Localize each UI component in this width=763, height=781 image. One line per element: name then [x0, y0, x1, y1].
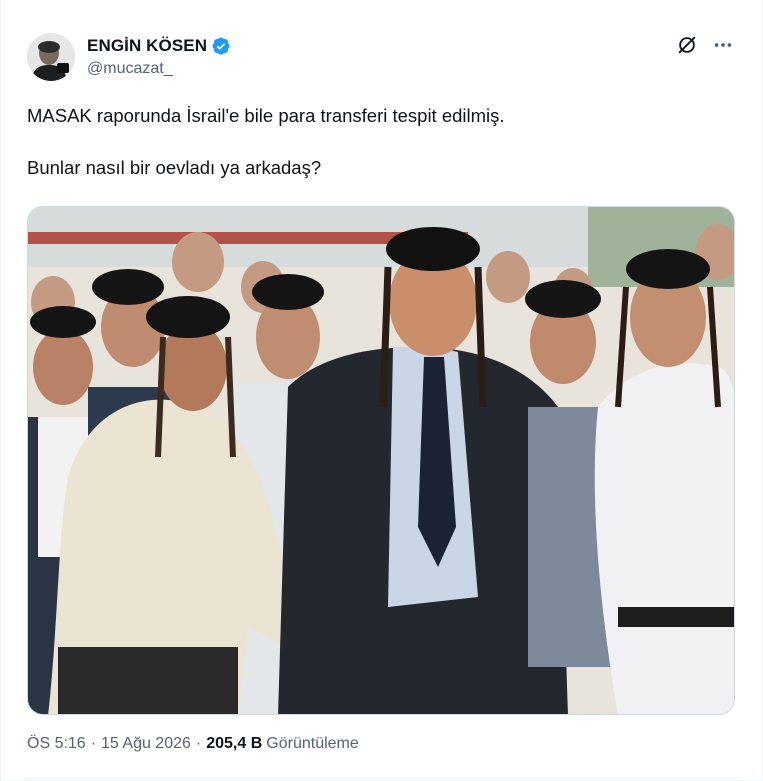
tweet-paragraph-1: MASAK raporunda İsrail'e bile para trans…	[27, 105, 505, 126]
author-avatar[interactable]	[27, 33, 75, 81]
photo-illustration	[28, 207, 734, 714]
avatar-image	[27, 33, 75, 81]
display-name-row: ENGİN KÖSEN	[87, 35, 231, 57]
tweet-time[interactable]: ÖS 5:16	[27, 735, 86, 753]
meta-separator: ·	[90, 735, 97, 752]
author-handle[interactable]: @mucazat_	[87, 60, 231, 78]
meta-separator: ·	[195, 735, 202, 752]
tweet-card: ENGİN KÖSEN @mucazat_ MASAK raporunda İs…	[0, 0, 763, 781]
tweet-date[interactable]: 15 Ağu 2026	[101, 735, 191, 753]
verified-badge-icon	[211, 36, 231, 56]
more-icon[interactable]	[712, 34, 734, 56]
tweet-text: MASAK raporunda İsrail'e bile para trans…	[27, 103, 738, 181]
header-actions	[676, 34, 734, 56]
tweet-photo[interactable]	[27, 206, 735, 715]
tweet-header: ENGİN KÖSEN @mucazat_	[27, 30, 738, 86]
tweet-meta: ÖS 5:16 · 15 Ağu 2026 · 205,4 B Görüntül…	[27, 735, 359, 753]
grok-icon[interactable]	[676, 34, 698, 56]
views-count: 205,4 B	[206, 735, 263, 752]
divider	[27, 778, 738, 779]
tweet-paragraph-2: Bunlar nasıl bir oevladı ya arkadaş?	[27, 157, 322, 178]
author-names: ENGİN KÖSEN @mucazat_	[87, 35, 231, 78]
views-label: Görüntüleme	[266, 735, 359, 752]
author-display-name[interactable]: ENGİN KÖSEN	[87, 36, 207, 56]
